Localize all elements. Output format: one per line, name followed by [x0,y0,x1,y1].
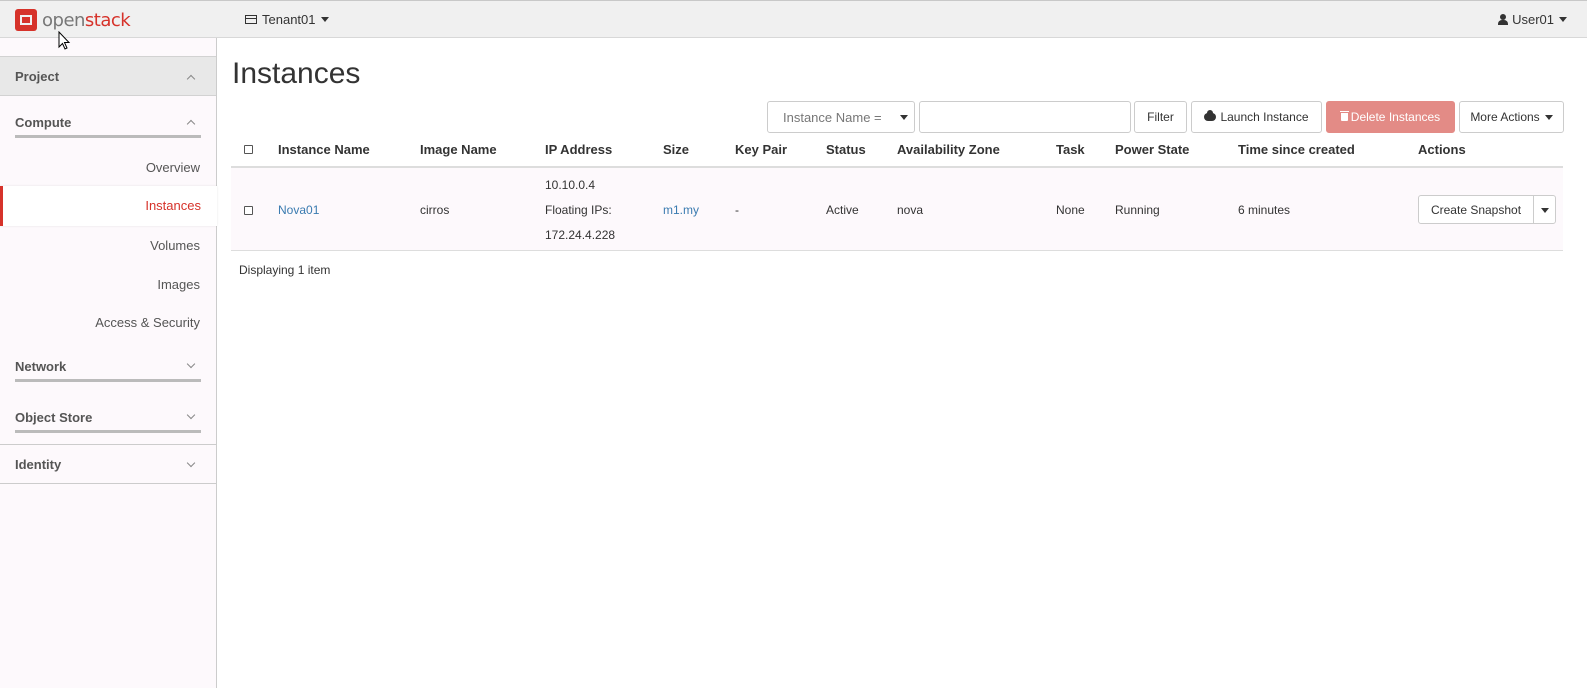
column-header[interactable]: Image Name [420,142,497,157]
power-state-cell: Running [1115,203,1160,217]
user-menu[interactable]: User01 [1498,12,1567,27]
chevron-down-icon [186,359,196,369]
tenant-label: Tenant01 [262,12,316,27]
status-cell: Active [826,203,859,217]
column-header[interactable]: Instance Name [278,142,370,157]
column-header[interactable]: Availability Zone [897,142,1000,157]
user-icon [1498,14,1509,25]
more-actions-label: More Actions [1470,110,1540,124]
delete-instances-label: Delete Instances [1350,110,1441,124]
sidebar-group-object-store[interactable]: Object Store [15,403,201,433]
caret-down-icon [320,17,329,22]
column-header[interactable]: Power State [1115,142,1189,157]
sidebar-item-volumes[interactable]: Volumes [150,238,200,253]
more-actions-button[interactable]: More Actions [1459,101,1564,133]
trash-icon [1339,111,1349,121]
caret-down-icon [900,115,908,120]
row-select-checkbox[interactable] [244,206,253,215]
image-name-cell: cirros [420,203,450,217]
row-actions-dropdown-toggle[interactable] [1533,195,1556,224]
task-cell: None [1056,203,1085,217]
user-label: User01 [1512,12,1554,27]
ip-address-cell: 10.10.0.4 [545,178,596,192]
sidebar-item-instances[interactable]: Instances [0,186,217,226]
filter-button[interactable]: Filter [1134,101,1187,133]
select-all-checkbox[interactable] [244,145,253,154]
chevron-up-icon [186,119,196,129]
top-navbar: openstack Tenant01 User01 [0,0,1587,38]
filter-button-label: Filter [1147,110,1174,124]
chevron-down-icon [186,410,196,420]
sidebar-item-images[interactable]: Images [157,277,200,292]
sidebar: Project Compute Overview Instances Volum… [0,38,217,688]
mouse-cursor-icon [58,31,71,50]
time-since-created-cell: 6 minutes [1238,203,1291,217]
brand-name: openstack [42,9,131,31]
tenant-dropdown[interactable]: Tenant01 [245,12,329,27]
delete-instances-button[interactable]: Delete Instances [1326,101,1455,133]
sidebar-network-label: Network [15,359,67,374]
openstack-logo-icon [15,9,37,31]
sidebar-item-instances-label: Instances [145,198,201,213]
key-pair-cell: - [735,203,739,217]
chevron-up-icon [186,74,196,84]
sidebar-item-access-security[interactable]: Access & Security [95,315,200,330]
column-header[interactable]: Key Pair [735,142,787,157]
instance-name-link[interactable]: Nova01 [278,203,319,217]
sidebar-object-store-label: Object Store [15,410,93,425]
filter-field-select[interactable]: Instance Name = [767,101,915,133]
sidebar-group-compute[interactable]: Compute [15,108,201,138]
create-snapshot-label: Create Snapshot [1430,202,1522,217]
item-count: Displaying 1 item [239,263,331,277]
sidebar-dashboard-identity[interactable]: Identity [0,444,216,484]
launch-instance-button[interactable]: Launch Instance [1191,101,1322,133]
floating-ips-label: Floating IPs: [545,203,612,217]
sidebar-compute-label: Compute [15,115,72,130]
chevron-down-icon [186,458,196,468]
filter-input[interactable] [919,101,1131,133]
launch-instance-label: Launch Instance [1220,110,1309,124]
floating-ip-cell: 172.24.4.228 [545,228,616,242]
create-snapshot-button[interactable]: Create Snapshot [1418,195,1534,224]
column-header: Actions [1418,142,1466,157]
cloud-upload-icon [1204,110,1217,121]
size-link[interactable]: m1.my [663,203,699,217]
caret-down-icon [1544,114,1553,120]
column-header[interactable]: Time since created [1238,142,1355,157]
sidebar-item-overview[interactable]: Overview [146,160,200,175]
caret-down-icon [1559,17,1567,22]
brand-logo-link[interactable]: openstack [15,8,131,32]
column-header[interactable]: Status [826,142,866,157]
availability-zone-cell: nova [897,203,924,217]
column-header[interactable]: Task [1056,142,1085,157]
table-icon [245,15,257,24]
column-header[interactable]: IP Address [545,142,612,157]
sidebar-group-network[interactable]: Network [15,352,201,382]
sidebar-project-label: Project [15,69,60,84]
sidebar-dashboard-project[interactable]: Project [0,56,216,96]
column-header[interactable]: Size [663,142,689,157]
sidebar-identity-label: Identity [15,457,62,472]
filter-field-label: Instance Name = [783,110,882,125]
page-title: Instances [232,57,361,90]
